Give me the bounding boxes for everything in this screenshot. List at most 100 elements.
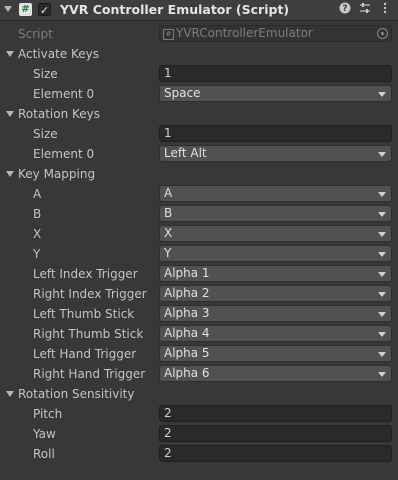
enabled-checkbox[interactable]: ✓: [38, 3, 51, 17]
mapping-label: Left Index Trigger: [33, 267, 138, 281]
chevron-down-icon: [378, 292, 386, 297]
foldout-arrow-icon[interactable]: [6, 391, 14, 397]
dropdown-value: Alpha 5: [164, 346, 210, 360]
chevron-down-icon: [378, 92, 386, 97]
chevron-down-icon: [378, 232, 386, 237]
chevron-down-icon: [378, 212, 386, 217]
mapping-dropdown[interactable]: Alpha 5: [159, 345, 392, 362]
activate-keys-element0-dropdown[interactable]: Space: [159, 85, 392, 102]
dropdown-value: A: [164, 186, 173, 200]
key-mapping-row: Right Thumb Stick Alpha 4: [0, 324, 398, 344]
key-mapping-row: Right Hand Trigger Alpha 6: [0, 364, 398, 384]
mapping-dropdown[interactable]: Alpha 4: [159, 325, 392, 342]
rotation-keys-size-input[interactable]: 1: [159, 125, 392, 142]
mapping-dropdown[interactable]: Alpha 6: [159, 365, 392, 382]
sensitivity-row: Roll 2: [0, 444, 398, 464]
script-row: Script # YVRControllerEmulator: [0, 24, 398, 44]
mapping-label: Y: [33, 247, 41, 261]
kebab-menu-icon[interactable]: [378, 2, 392, 16]
script-icon: #: [19, 3, 32, 16]
mapping-dropdown[interactable]: Alpha 1: [159, 265, 392, 282]
sensitivity-row: Yaw 2: [0, 424, 398, 444]
mapping-label: X: [33, 227, 42, 241]
rotation-keys-foldout[interactable]: Rotation Keys: [0, 104, 398, 124]
key-mapping-row: Y Y: [0, 244, 398, 264]
yaw-input[interactable]: 2: [159, 425, 392, 442]
roll-input[interactable]: 2: [159, 445, 392, 462]
rotation-keys-element0-row: Element 0 Left Alt: [0, 144, 398, 164]
chevron-down-icon: [378, 372, 386, 377]
dropdown-value: Alpha 6: [164, 366, 210, 380]
chevron-down-icon: [378, 352, 386, 357]
dropdown-value: Left Alt: [164, 146, 207, 160]
dropdown-value: Y: [164, 246, 172, 260]
svg-text:?: ?: [342, 4, 347, 14]
mapping-label: A: [33, 187, 42, 201]
script-value: YVRControllerEmulator: [176, 26, 313, 40]
activate-keys-size-row: Size 1: [0, 64, 398, 84]
rotation-keys-element0-dropdown[interactable]: Left Alt: [159, 145, 392, 162]
component-title: YVR Controller Emulator (Script): [60, 2, 290, 17]
activate-keys-element0-row: Element 0 Space: [0, 84, 398, 104]
presets-icon[interactable]: [358, 2, 372, 16]
yaw-label: Yaw: [33, 427, 56, 441]
chevron-down-icon: [378, 312, 386, 317]
mapping-dropdown[interactable]: Alpha 3: [159, 305, 392, 322]
key-mapping-row: Right Index Trigger Alpha 2: [0, 284, 398, 304]
key-mapping-row: Left Index Trigger Alpha 1: [0, 264, 398, 284]
key-mapping-row: B B: [0, 204, 398, 224]
roll-label: Roll: [33, 447, 55, 461]
dropdown-value: B: [164, 206, 173, 220]
mapping-dropdown[interactable]: X: [159, 225, 392, 242]
activate-keys-foldout[interactable]: Activate Keys: [0, 44, 398, 64]
element0-label: Element 0: [33, 87, 95, 101]
mapping-dropdown[interactable]: A: [159, 185, 392, 202]
object-picker-icon[interactable]: [377, 28, 388, 39]
rotation-keys-size-row: Size 1: [0, 124, 398, 144]
mapping-label: Right Thumb Stick: [33, 327, 144, 341]
rotation-keys-label: Rotation Keys: [18, 107, 101, 121]
chevron-down-icon: [378, 152, 386, 157]
mapping-label: B: [33, 207, 42, 221]
script-label: Script: [18, 27, 53, 41]
key-mapping-row: A A: [0, 184, 398, 204]
chevron-down-icon: [378, 192, 386, 197]
key-mapping-row: X X: [0, 224, 398, 244]
mapping-dropdown[interactable]: Y: [159, 245, 392, 262]
activate-keys-label: Activate Keys: [18, 47, 99, 61]
fold-arrow-icon[interactable]: [4, 6, 12, 12]
mapping-dropdown[interactable]: B: [159, 205, 392, 222]
dropdown-value: Alpha 4: [164, 326, 210, 340]
foldout-arrow-icon[interactable]: [6, 171, 14, 177]
size-label: Size: [33, 127, 58, 141]
pitch-label: Pitch: [33, 407, 63, 421]
help-icon[interactable]: ?: [338, 2, 352, 16]
key-mapping-row: Left Thumb Stick Alpha 3: [0, 304, 398, 324]
chevron-down-icon: [378, 332, 386, 337]
activate-keys-size-input[interactable]: 1: [159, 65, 392, 82]
mapping-label: Right Hand Trigger: [33, 367, 146, 381]
dropdown-value: Alpha 1: [164, 266, 210, 280]
foldout-arrow-icon[interactable]: [6, 111, 14, 117]
mapping-label: Left Thumb Stick: [33, 307, 135, 321]
rotation-sensitivity-label: Rotation Sensitivity: [18, 387, 135, 401]
component-header[interactable]: # ✓ YVR Controller Emulator (Script) ?: [0, 0, 398, 21]
key-mapping-foldout[interactable]: Key Mapping: [0, 164, 398, 184]
key-mapping-label: Key Mapping: [18, 167, 96, 181]
dropdown-value: Alpha 2: [164, 286, 210, 300]
foldout-arrow-icon[interactable]: [6, 51, 14, 57]
dropdown-value: Space: [164, 86, 201, 100]
element0-label: Element 0: [33, 147, 95, 161]
pitch-input[interactable]: 2: [159, 405, 392, 422]
dropdown-value: X: [164, 226, 173, 240]
mapping-label: Left Hand Trigger: [33, 347, 137, 361]
script-file-icon: #: [163, 29, 174, 40]
chevron-down-icon: [378, 252, 386, 257]
sensitivity-row: Pitch 2: [0, 404, 398, 424]
script-object-field[interactable]: # YVRControllerEmulator: [159, 25, 392, 42]
dropdown-value: Alpha 3: [164, 306, 210, 320]
key-mapping-row: Left Hand Trigger Alpha 5: [0, 344, 398, 364]
mapping-dropdown[interactable]: Alpha 2: [159, 285, 392, 302]
chevron-down-icon: [378, 272, 386, 277]
rotation-sensitivity-foldout[interactable]: Rotation Sensitivity: [0, 384, 398, 404]
